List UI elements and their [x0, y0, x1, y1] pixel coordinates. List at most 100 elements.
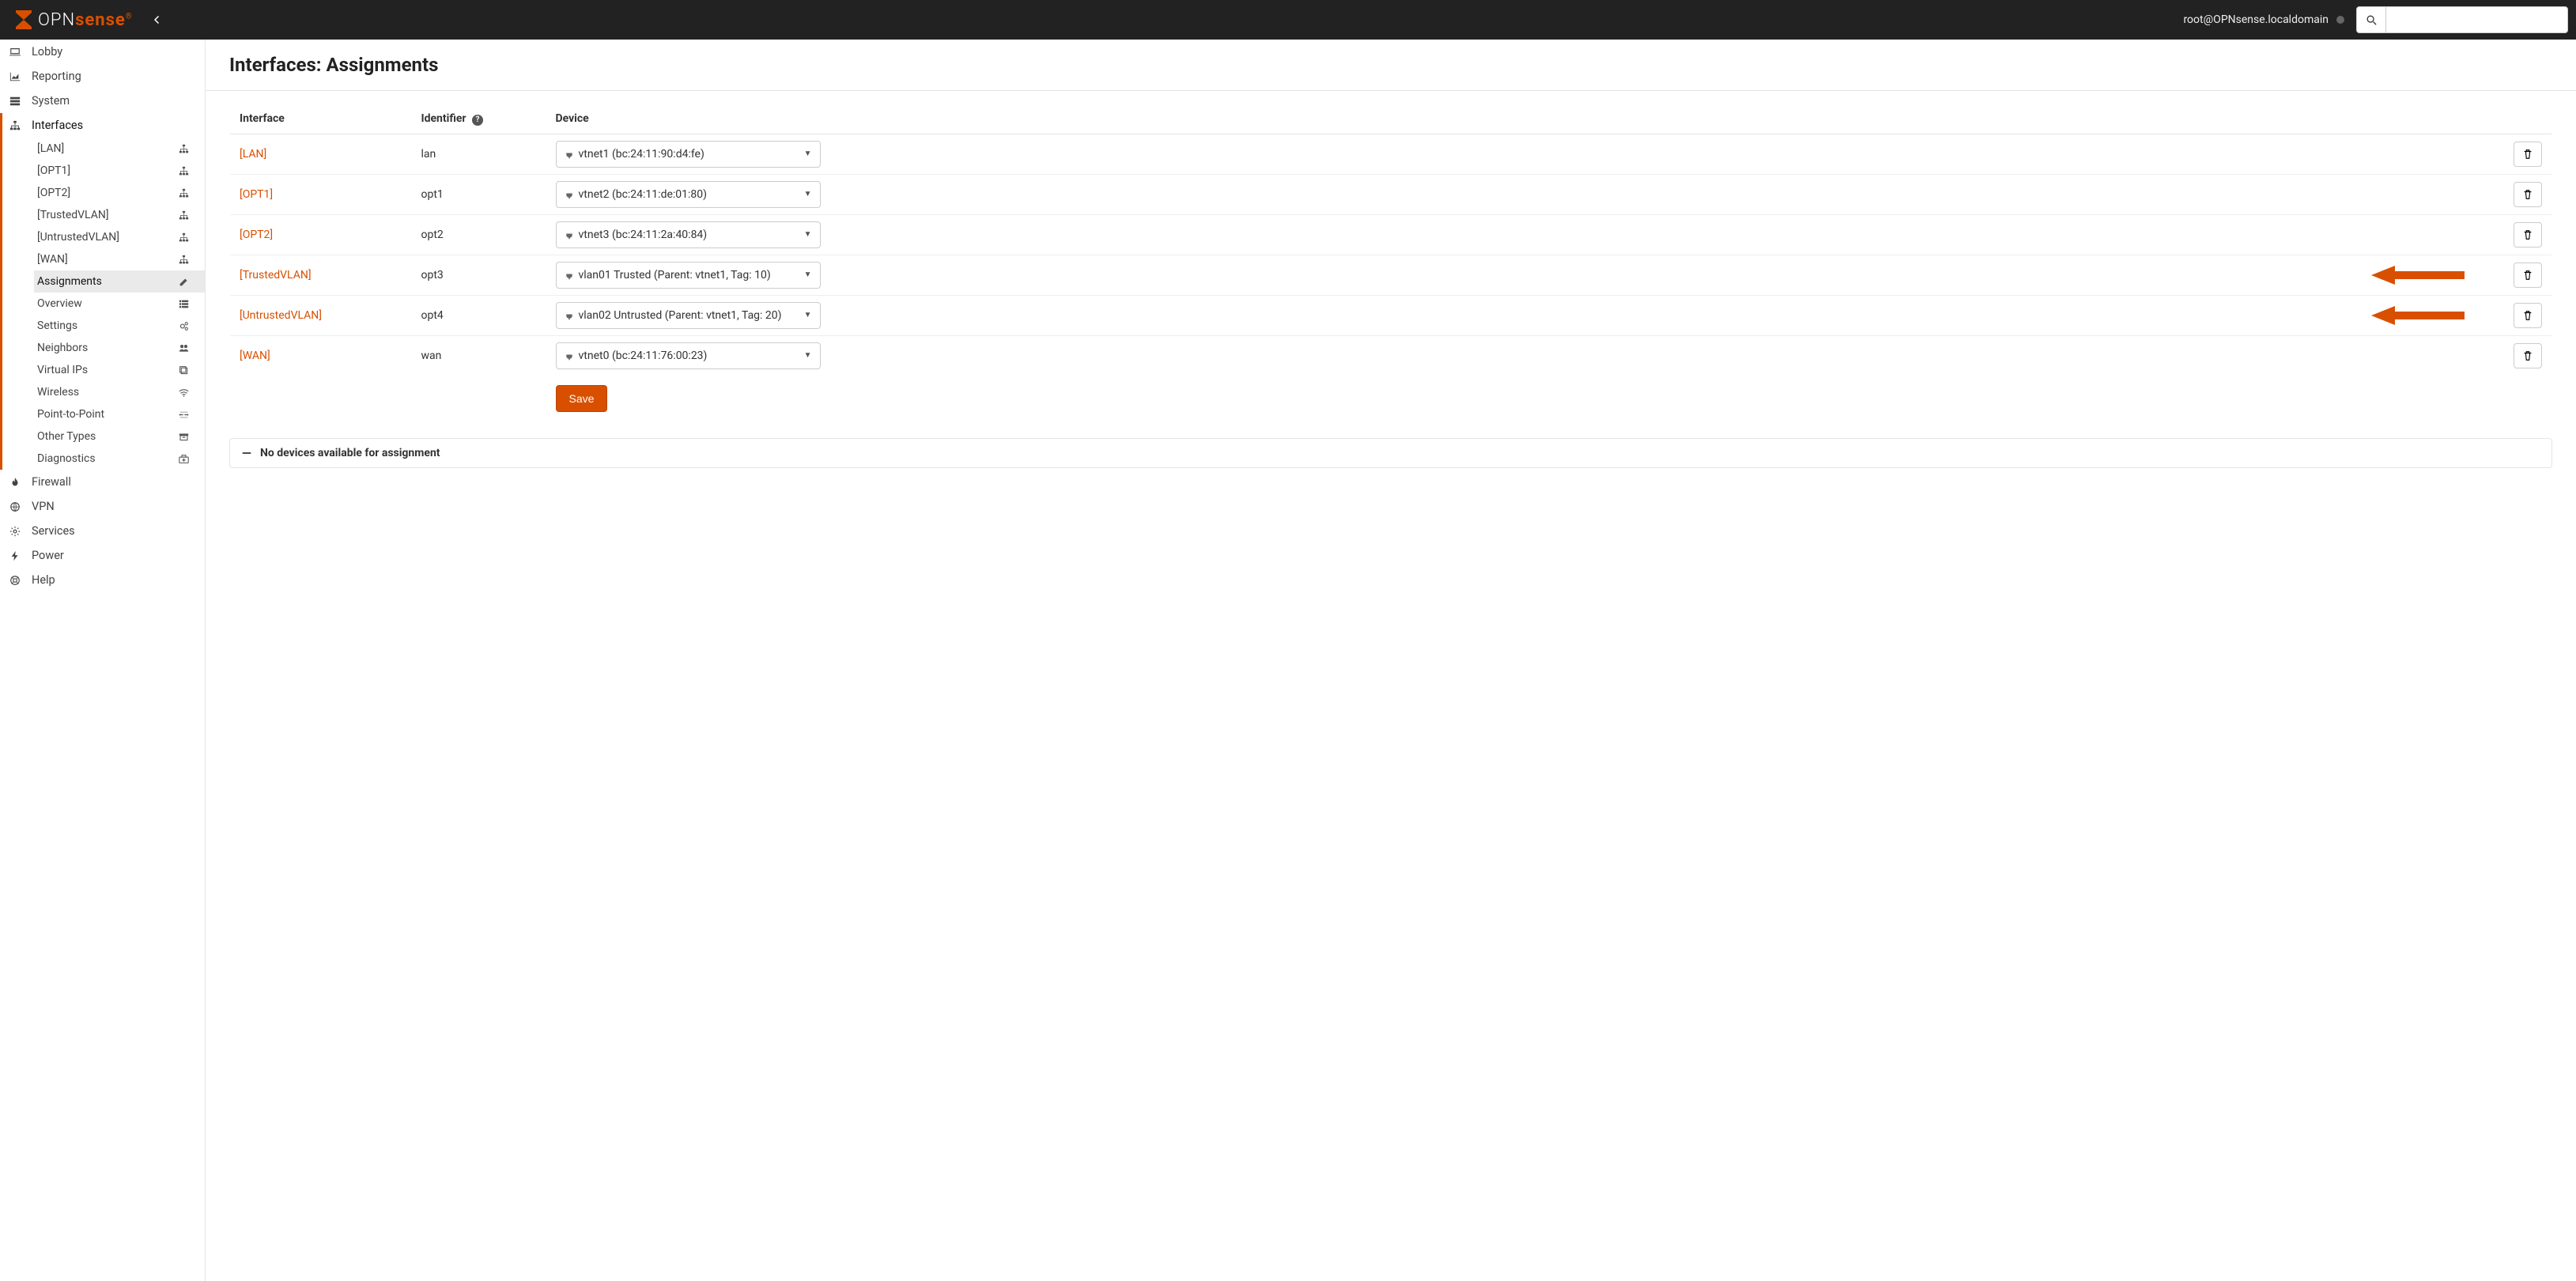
delete-button-wan[interactable] [2514, 343, 2542, 368]
device-label: vtnet0 (bc:24:11:76:00:23) [579, 350, 708, 362]
delete-button-trustedvlan[interactable] [2514, 263, 2542, 288]
interface-link-opt1[interactable]: [OPT1] [240, 188, 273, 201]
device-select-wan[interactable]: vtnet0 (bc:24:11:76:00:23) ▼ [556, 342, 821, 369]
sidebar-toggle[interactable] [141, 14, 174, 25]
sidebar-sub-wan[interactable]: [WAN] [34, 248, 205, 270]
save-button[interactable]: Save [556, 385, 608, 412]
sidebar-sub-overview[interactable]: Overview [34, 293, 205, 315]
plug-icon [565, 230, 574, 240]
sidebar-sub-label: Assignments [37, 275, 102, 288]
sidebar-sub-diagnostics[interactable]: Diagnostics [34, 448, 205, 470]
sidebar-item-services[interactable]: Services [0, 519, 205, 543]
user-menu[interactable]: root@OPNsense.localdomain [2171, 13, 2356, 26]
help-icon[interactable]: ? [472, 115, 483, 126]
delete-button-opt1[interactable] [2514, 182, 2542, 207]
sidebar-sub-wireless[interactable]: Wireless [34, 381, 205, 403]
device-label: vtnet3 (bc:24:11:2a:40:84) [579, 229, 708, 241]
device-select-trustedvlan[interactable]: vlan01 Trusted (Parent: vtnet1, Tag: 10)… [556, 262, 821, 289]
sidebar-item-vpn[interactable]: VPN [0, 494, 205, 519]
sidebar-label: VPN [32, 500, 55, 513]
sidebar-sub-untrustedvlan[interactable]: [UntrustedVLAN] [34, 226, 205, 248]
trash-icon [2522, 149, 2533, 160]
sidebar-label: Help [32, 573, 55, 587]
identifier-cell: opt1 [412, 174, 546, 214]
trash-icon [2522, 310, 2533, 321]
plug-icon [565, 270, 574, 280]
annotation-arrow-icon [2371, 304, 2466, 327]
table-row: [LAN] lan vtnet1 (bc:24:11:90:d4:fe) ▼ [230, 134, 2552, 174]
sidebar-item-firewall[interactable]: Firewall [0, 470, 205, 494]
no-devices-panel[interactable]: No devices available for assignment [229, 438, 2552, 468]
delete-button-opt2[interactable] [2514, 222, 2542, 248]
caret-down-icon: ▼ [804, 230, 812, 239]
medkit-icon [179, 454, 193, 464]
search-button[interactable] [2356, 6, 2386, 33]
sitemap-icon [179, 166, 193, 176]
bolt-icon [9, 550, 24, 561]
cogs-icon [179, 321, 193, 331]
sidebar-sub-neighbors[interactable]: Neighbors [34, 337, 205, 359]
interface-link-opt2[interactable]: [OPT2] [240, 229, 273, 241]
device-select-opt2[interactable]: vtnet3 (bc:24:11:2a:40:84) ▼ [556, 221, 821, 248]
sitemap-icon [9, 120, 24, 131]
trash-icon [2522, 189, 2533, 200]
sitemap-icon [179, 210, 193, 221]
sitemap-icon [179, 188, 193, 198]
pencil-icon [179, 277, 193, 287]
th-identifier: Identifier ? [412, 104, 546, 134]
sidebar-sub-assignments[interactable]: Assignments [34, 270, 205, 293]
identifier-cell: opt4 [412, 295, 546, 335]
annotation-arrow-icon [2371, 264, 2466, 286]
sidebar-item-power[interactable]: Power [0, 543, 205, 568]
assignments-table: Interface Identifier ? Device [LAN] lan [229, 104, 2552, 422]
sidebar-sub-label: [LAN] [37, 142, 64, 155]
sidebar-item-lobby[interactable]: Lobby [0, 40, 205, 64]
sidebar-sub-point-to-point[interactable]: Point-to-Point [34, 403, 205, 425]
sidebar-sub-trustedvlan[interactable]: [TrustedVLAN] [34, 204, 205, 226]
sidebar-sub-settings[interactable]: Settings [34, 315, 205, 337]
global-search [2356, 6, 2568, 33]
sidebar-sub-virtual-ips[interactable]: Virtual IPs [34, 359, 205, 381]
interface-link-trustedvlan[interactable]: [TrustedVLAN] [240, 269, 312, 282]
sidebar-sub-label: [TrustedVLAN] [37, 209, 109, 221]
delete-button-untrustedvlan[interactable] [2514, 303, 2542, 328]
sitemap-icon [179, 255, 193, 265]
search-input[interactable] [2386, 6, 2568, 33]
sidebar-sub-opt1[interactable]: [OPT1] [34, 160, 205, 182]
server-icon [9, 96, 24, 107]
brand-reg-mark: ® [126, 12, 133, 21]
trash-icon [2522, 350, 2533, 361]
main-content: Interfaces: Assignments Interface Identi… [206, 40, 2576, 1281]
table-row: [OPT2] opt2 vtnet3 (bc:24:11:2a:40:84) ▼ [230, 214, 2552, 255]
sidebar-sub-opt2[interactable]: [OPT2] [34, 182, 205, 204]
sidebar-sub-other-types[interactable]: Other Types [34, 425, 205, 448]
device-select-lan[interactable]: vtnet1 (bc:24:11:90:d4:fe) ▼ [556, 141, 821, 168]
identifier-cell: wan [412, 335, 546, 376]
user-label: root@OPNsense.localdomain [2183, 13, 2329, 26]
logo-hourglass-icon [16, 10, 32, 29]
sidebar-label: Lobby [32, 45, 62, 59]
device-select-opt1[interactable]: vtnet2 (bc:24:11:de:01:80) ▼ [556, 181, 821, 208]
caret-down-icon: ▼ [804, 149, 812, 158]
delete-button-lan[interactable] [2514, 142, 2542, 167]
sidebar-label: Interfaces [32, 119, 83, 132]
sidebar-item-interfaces[interactable]: Interfaces [0, 113, 205, 138]
interface-link-lan[interactable]: [LAN] [240, 148, 266, 161]
interface-link-wan[interactable]: [WAN] [240, 350, 270, 362]
device-label: vlan02 Untrusted (Parent: vtnet1, Tag: 2… [579, 309, 782, 322]
th-list-icon [179, 299, 193, 309]
brand-logo[interactable]: OPNsense® [8, 10, 141, 30]
identifier-cell: opt2 [412, 214, 546, 255]
wifi-icon [179, 387, 193, 398]
caret-down-icon: ▼ [804, 311, 812, 319]
sidebar-item-help[interactable]: Help [0, 568, 205, 592]
device-select-untrustedvlan[interactable]: vlan02 Untrusted (Parent: vtnet1, Tag: 2… [556, 302, 821, 329]
sidebar-item-reporting[interactable]: Reporting [0, 64, 205, 89]
sidebar-sub-lan[interactable]: [LAN] [34, 138, 205, 160]
sidebar-sub-label: [OPT1] [37, 164, 70, 177]
interface-link-untrustedvlan[interactable]: [UntrustedVLAN] [240, 309, 322, 322]
area-chart-icon [9, 71, 24, 82]
sidebar-sub-label: [UntrustedVLAN] [37, 231, 119, 244]
sidebar-item-system[interactable]: System [0, 89, 205, 113]
sidebar-sub-label: Point-to-Point [37, 408, 104, 421]
